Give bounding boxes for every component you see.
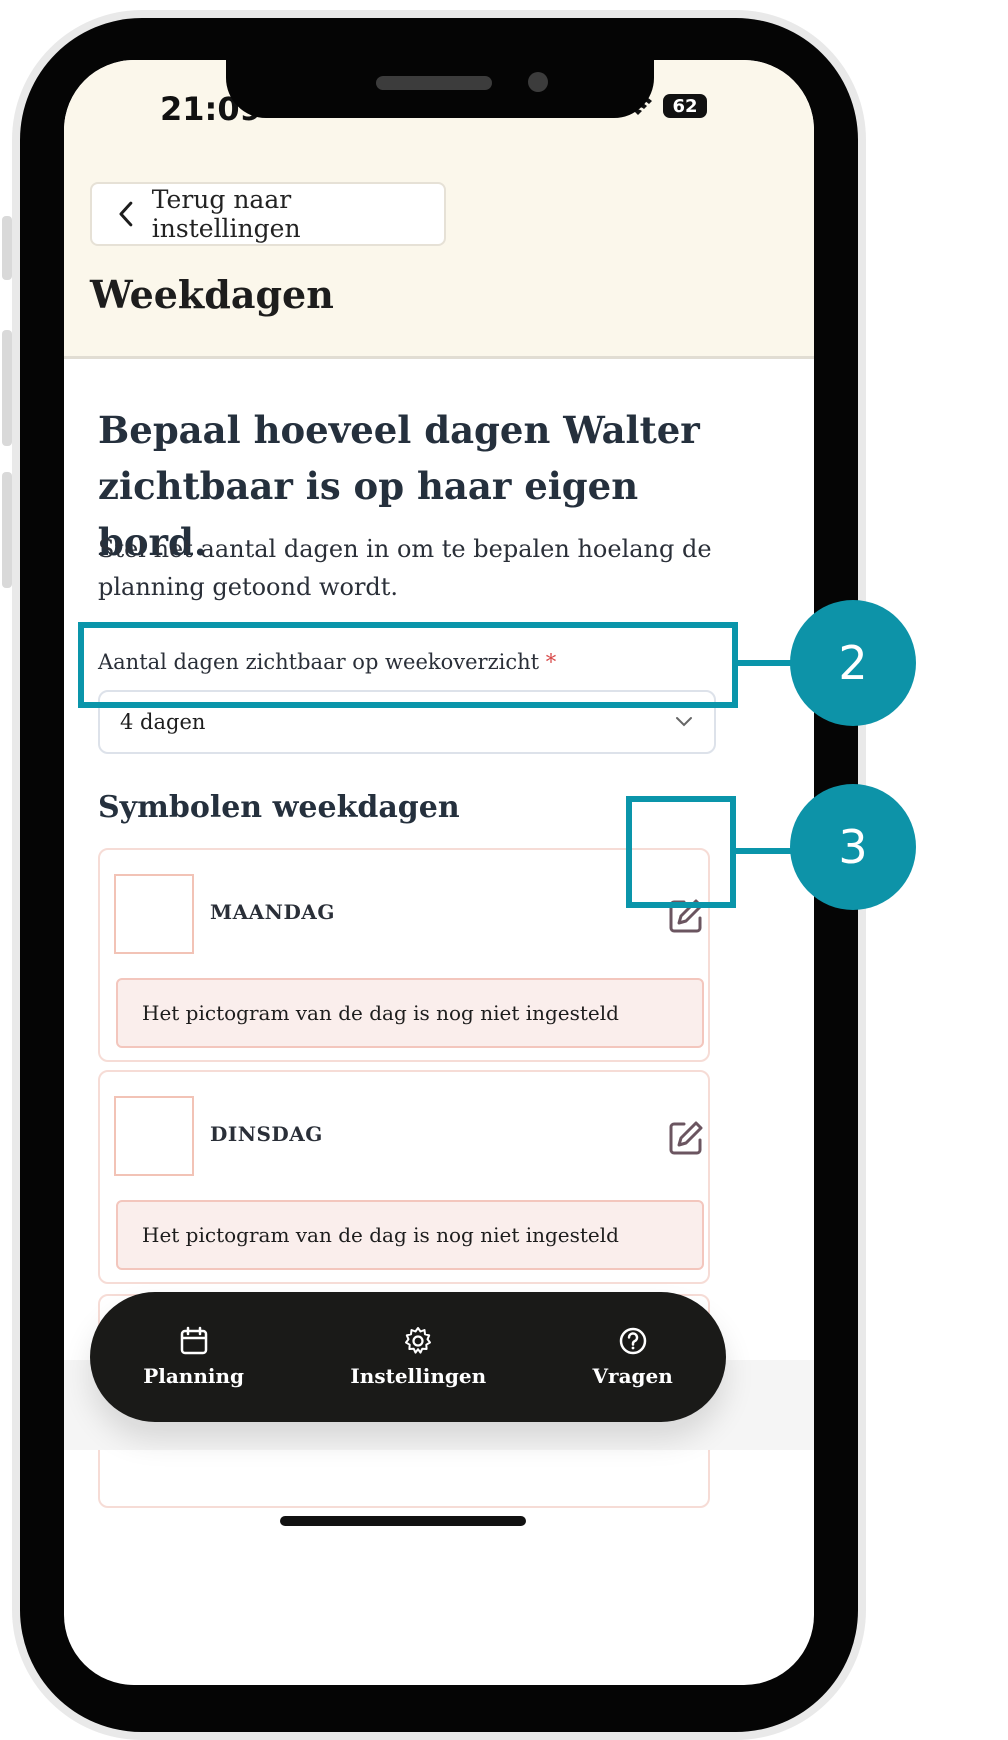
annotation-connector xyxy=(736,848,798,854)
gear-icon xyxy=(405,1327,432,1354)
volume-down-button xyxy=(2,472,12,588)
section-description: Stel het aantal dagen in om te bepalen h… xyxy=(98,535,712,601)
volume-up-button xyxy=(2,330,12,446)
notch-camera xyxy=(528,72,548,92)
annotation-connector xyxy=(738,660,798,666)
nav-item-instellingen[interactable]: Instellingen xyxy=(350,1326,486,1388)
bottom-navigation: Planning Instellingen Vragen xyxy=(90,1292,726,1422)
edit-icon[interactable] xyxy=(666,1118,706,1158)
day-card-maandag: MAANDAG Het pictogram van de dag is nog … xyxy=(98,848,710,1062)
notch-speaker xyxy=(376,76,492,90)
symbols-title: Symbolen weekdagen xyxy=(98,790,460,825)
annotation-badge-2: 2 xyxy=(790,600,916,726)
nav-item-vragen[interactable]: Vragen xyxy=(593,1326,673,1388)
nav-label: Instellingen xyxy=(350,1364,487,1388)
chevron-down-icon xyxy=(676,717,692,727)
battery-icon: 62 xyxy=(663,94,707,118)
nav-label: Vragen xyxy=(592,1364,673,1388)
nav-label: Planning xyxy=(143,1364,245,1388)
annotation-highlight-edit xyxy=(626,796,736,908)
day-pictogram-placeholder xyxy=(114,874,194,954)
nav-item-planning[interactable]: Planning xyxy=(143,1326,244,1388)
day-warning-note: Het pictogram van de dag is nog niet ing… xyxy=(116,978,704,1048)
days-select-value: 4 dagen xyxy=(120,710,206,734)
day-warning-note: Het pictogram van de dag is nog niet ing… xyxy=(116,1200,704,1270)
back-to-settings-button[interactable]: Terug naar instellingen xyxy=(90,182,446,246)
page-title: Weekdagen xyxy=(90,272,334,317)
home-indicator xyxy=(280,1516,526,1526)
annotation-highlight-select xyxy=(78,622,738,708)
day-pictogram-placeholder xyxy=(114,1096,194,1176)
calendar-icon xyxy=(180,1326,207,1355)
day-name: DINSDAG xyxy=(210,1122,323,1146)
annotation-badge-3: 3 xyxy=(790,784,916,910)
chevron-left-icon xyxy=(119,201,133,227)
day-name: MAANDAG xyxy=(210,900,335,924)
silent-switch xyxy=(2,216,12,280)
day-card-dinsdag: DINSDAG Het pictogram van de dag is nog … xyxy=(98,1070,710,1284)
back-button-label: Terug naar instellingen xyxy=(151,185,301,243)
question-icon xyxy=(619,1327,646,1355)
